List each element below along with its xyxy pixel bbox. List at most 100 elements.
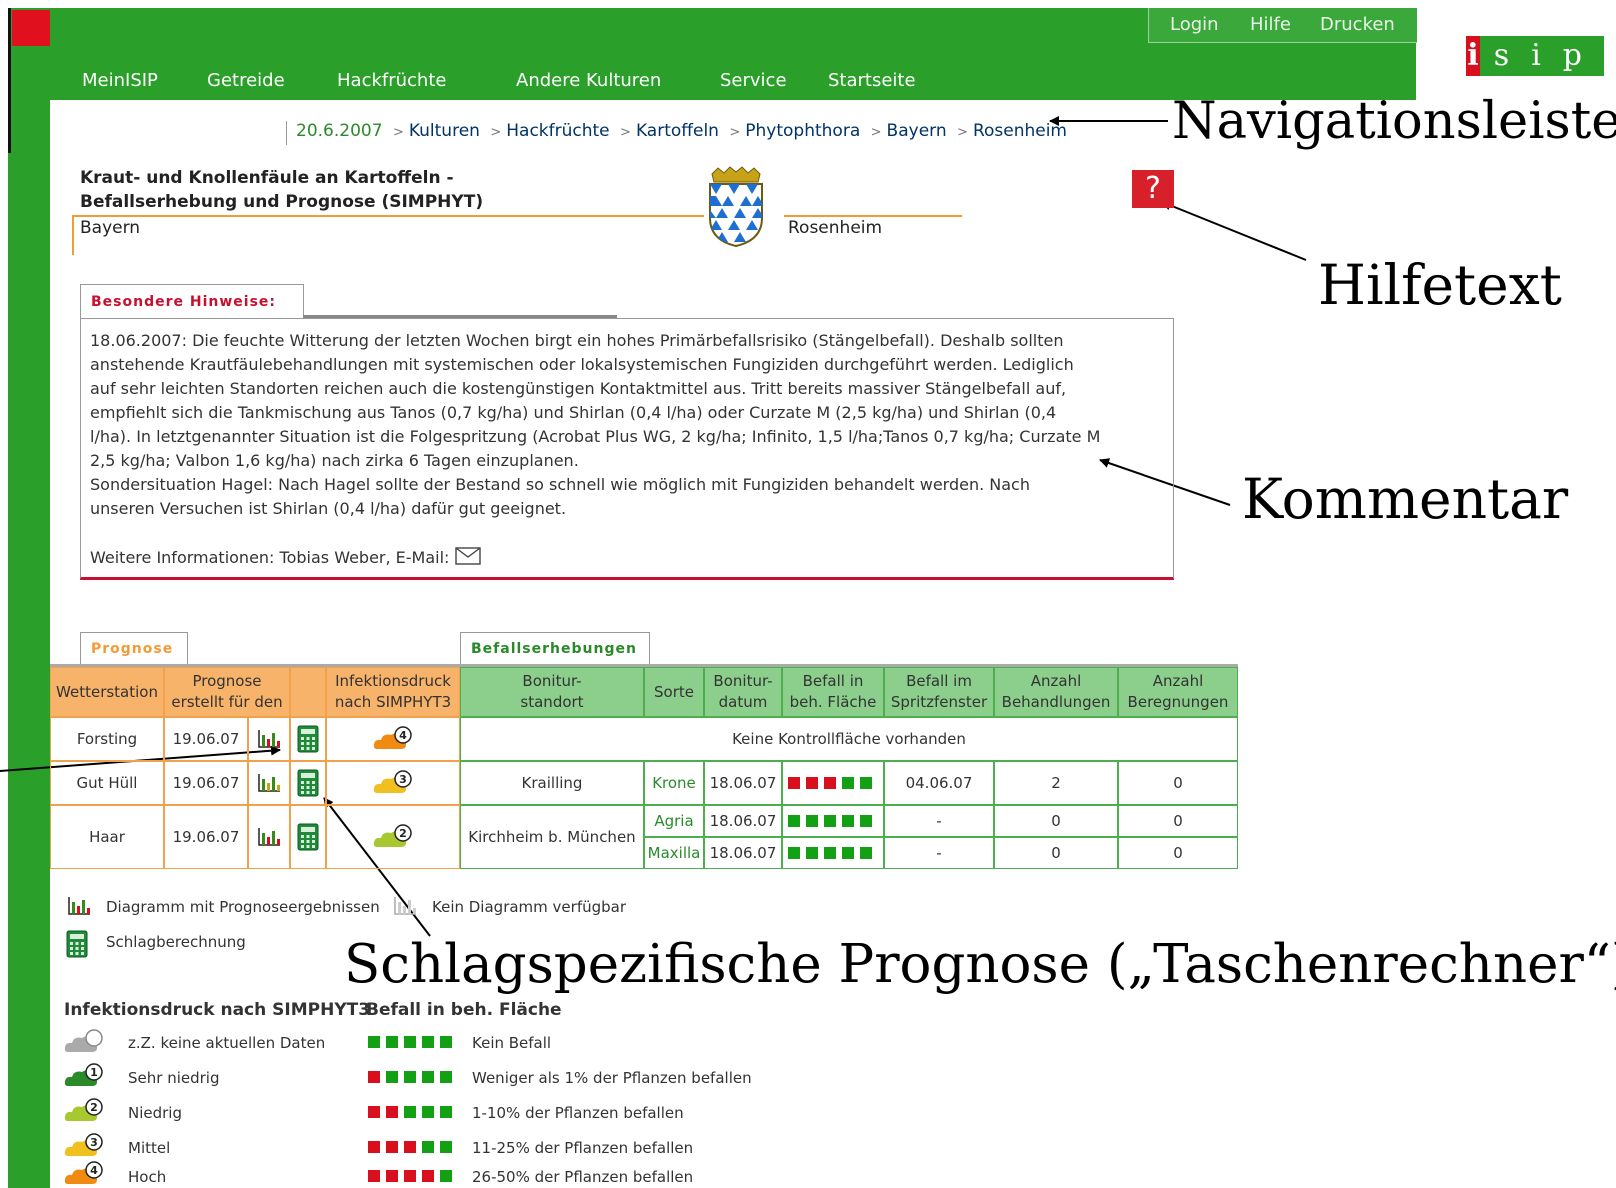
survey-infest bbox=[782, 761, 884, 805]
infest-square-green bbox=[440, 1141, 452, 1153]
infest-square-red bbox=[422, 1170, 434, 1182]
calculator-icon[interactable] bbox=[297, 823, 319, 851]
legend-chart-icon bbox=[68, 897, 90, 915]
hint-line: auf sehr leichten Standorten reichen auc… bbox=[90, 379, 1067, 398]
svg-text:1: 1 bbox=[90, 1066, 98, 1079]
no-control-area-text: Keine Kontrollfläche vorhanden bbox=[732, 729, 966, 748]
forecast-date-cell: 19.06.07 bbox=[164, 761, 248, 805]
calculator-icon[interactable] bbox=[297, 769, 319, 797]
infest-square-green bbox=[440, 1106, 452, 1118]
hint-line: 2,5 kg/ha; Valbon 1,6 kg/ha) nach zirka … bbox=[90, 451, 579, 470]
survey-treatments-text: 2 bbox=[1051, 773, 1061, 792]
header-befall-flaeche-line1: Befall in bbox=[802, 672, 864, 690]
infest-square-green bbox=[860, 815, 872, 827]
legend-infest-level: 26-50% der Pflanzen befallen bbox=[472, 1168, 694, 1186]
survey-variety-text: Maxilla bbox=[647, 843, 701, 862]
header-spritzfenster-line1: Befall im bbox=[906, 672, 972, 690]
legend-infest-squares bbox=[368, 1139, 458, 1155]
header-spritzfenster-line2: Spritzfenster bbox=[890, 693, 988, 711]
legend-calculator-icon bbox=[66, 930, 88, 958]
infest-square-green bbox=[422, 1036, 434, 1048]
forecast-date-cell: 19.06.07 bbox=[164, 805, 248, 869]
calculator-icon[interactable] bbox=[297, 725, 319, 753]
survey-window-text: 04.06.07 bbox=[905, 773, 973, 792]
infest-square-red bbox=[368, 1170, 380, 1182]
infest-square-green bbox=[788, 847, 800, 859]
hint-line: l/ha). In letztgenannter Situation ist d… bbox=[90, 427, 1101, 446]
survey-irrigations: 0 bbox=[1118, 837, 1238, 869]
pressure-level-2-icon: 2 bbox=[64, 1098, 103, 1121]
pressure-level-3-icon: 3 bbox=[373, 770, 412, 793]
title-divider-vertical bbox=[72, 215, 74, 255]
email-icon[interactable] bbox=[454, 547, 481, 565]
infest-square-green bbox=[404, 1036, 416, 1048]
table-row-station: Haar bbox=[50, 805, 164, 869]
pressure-level-4-icon: 4 bbox=[64, 1161, 103, 1184]
legend-pressure-title: Infektionsdruck nach SIMPHYT3 bbox=[64, 1000, 371, 1020]
infest-square-red bbox=[824, 777, 836, 789]
legend-no-chart-text: Kein Diagramm verfügbar bbox=[432, 898, 627, 916]
tab-befallserhebungen-label: Befallserhebungen bbox=[471, 641, 637, 657]
infest-square-red bbox=[368, 1106, 380, 1118]
legend-pressure-level: Niedrig bbox=[128, 1104, 182, 1122]
pressure-level-2-label: 2 bbox=[399, 827, 407, 840]
hint-line: Sondersituation Hagel: Nach Hagel sollte… bbox=[90, 475, 1030, 494]
infest-square-red bbox=[386, 1141, 398, 1153]
hint-contact-text: Weitere Informationen: Tobias Weber, E-M… bbox=[90, 548, 450, 567]
page-title-line1: Kraut- und Knollenfäule an Kartoffeln - bbox=[80, 168, 454, 188]
infest-square-red bbox=[404, 1170, 416, 1182]
legend-infest-title: Befall in beh. Fläche bbox=[366, 1000, 562, 1020]
infest-square-green bbox=[824, 847, 836, 859]
infest-square-green bbox=[806, 847, 818, 859]
survey-irrigations-text: 0 bbox=[1173, 843, 1183, 862]
header-beregnungen-line2: Beregnungen bbox=[1127, 693, 1229, 711]
survey-date: 18.06.07 bbox=[704, 837, 782, 869]
tab-befallserhebungen[interactable]: Befallserhebungen bbox=[460, 632, 650, 666]
station-name: Gut Hüll bbox=[76, 773, 138, 792]
survey-variety-text: Krone bbox=[652, 773, 696, 792]
chart-icon[interactable] bbox=[257, 827, 281, 847]
header-behandlungen: Anzahl Behandlungen bbox=[994, 667, 1118, 717]
district-label: Rosenheim bbox=[788, 218, 883, 238]
header-infektionsdruck: Infektionsdruck nach SIMPHYT3 bbox=[326, 667, 460, 717]
chart-icon[interactable] bbox=[257, 729, 281, 749]
hint-line: 18.06.2007: Die feuchte Witterung der le… bbox=[90, 331, 1064, 350]
legend-infest-squares bbox=[368, 1069, 458, 1085]
infest-square-green bbox=[806, 815, 818, 827]
table-row-station: Forsting bbox=[50, 717, 164, 761]
infest-square-red bbox=[386, 1106, 398, 1118]
survey-site: Krailling bbox=[460, 761, 644, 805]
legend-infest-squares bbox=[368, 1104, 458, 1120]
pressure-level-4-label: 4 bbox=[399, 729, 407, 742]
survey-irrigations: 0 bbox=[1118, 761, 1238, 805]
survey-variety[interactable]: Agria bbox=[644, 805, 704, 837]
svg-text:3: 3 bbox=[90, 1136, 98, 1149]
infest-square-green bbox=[404, 1071, 416, 1083]
survey-date-text: 18.06.07 bbox=[709, 843, 777, 862]
survey-variety[interactable]: Krone bbox=[644, 761, 704, 805]
infest-square-green bbox=[386, 1036, 398, 1048]
legend-pressure-level: z.Z. keine aktuellen Daten bbox=[128, 1034, 326, 1052]
header-beregnungen: Anzahl Beregnungen bbox=[1118, 667, 1238, 717]
infest-square-green bbox=[860, 777, 872, 789]
survey-date: 18.06.07 bbox=[704, 761, 782, 805]
hint-line: anstehende Krautfäulebehandlungen mit sy… bbox=[90, 355, 1074, 374]
hints-tab[interactable]: Besondere Hinweise: bbox=[80, 284, 304, 319]
legend-infest-level: Kein Befall bbox=[472, 1034, 552, 1052]
header-calc bbox=[290, 667, 326, 717]
tab-prognose[interactable]: Prognose bbox=[80, 632, 188, 666]
survey-variety[interactable]: Maxilla bbox=[644, 837, 704, 869]
pressure-cell: 3 bbox=[326, 761, 460, 805]
survey-infest bbox=[782, 837, 884, 869]
chart-icon[interactable] bbox=[257, 773, 281, 793]
header-behandlungen-line1: Anzahl bbox=[1030, 672, 1082, 690]
header-befall-flaeche: Befall in beh. Fläche bbox=[782, 667, 884, 717]
calc-cell bbox=[290, 717, 326, 761]
title-divider bbox=[72, 215, 704, 217]
infest-square-green bbox=[368, 1036, 380, 1048]
infest-square-red bbox=[368, 1141, 380, 1153]
survey-date-text: 18.06.07 bbox=[709, 811, 777, 830]
survey-variety-text: Agria bbox=[654, 811, 694, 830]
header-beregnungen-line1: Anzahl bbox=[1152, 672, 1204, 690]
help-button[interactable]: ? bbox=[1132, 170, 1174, 208]
